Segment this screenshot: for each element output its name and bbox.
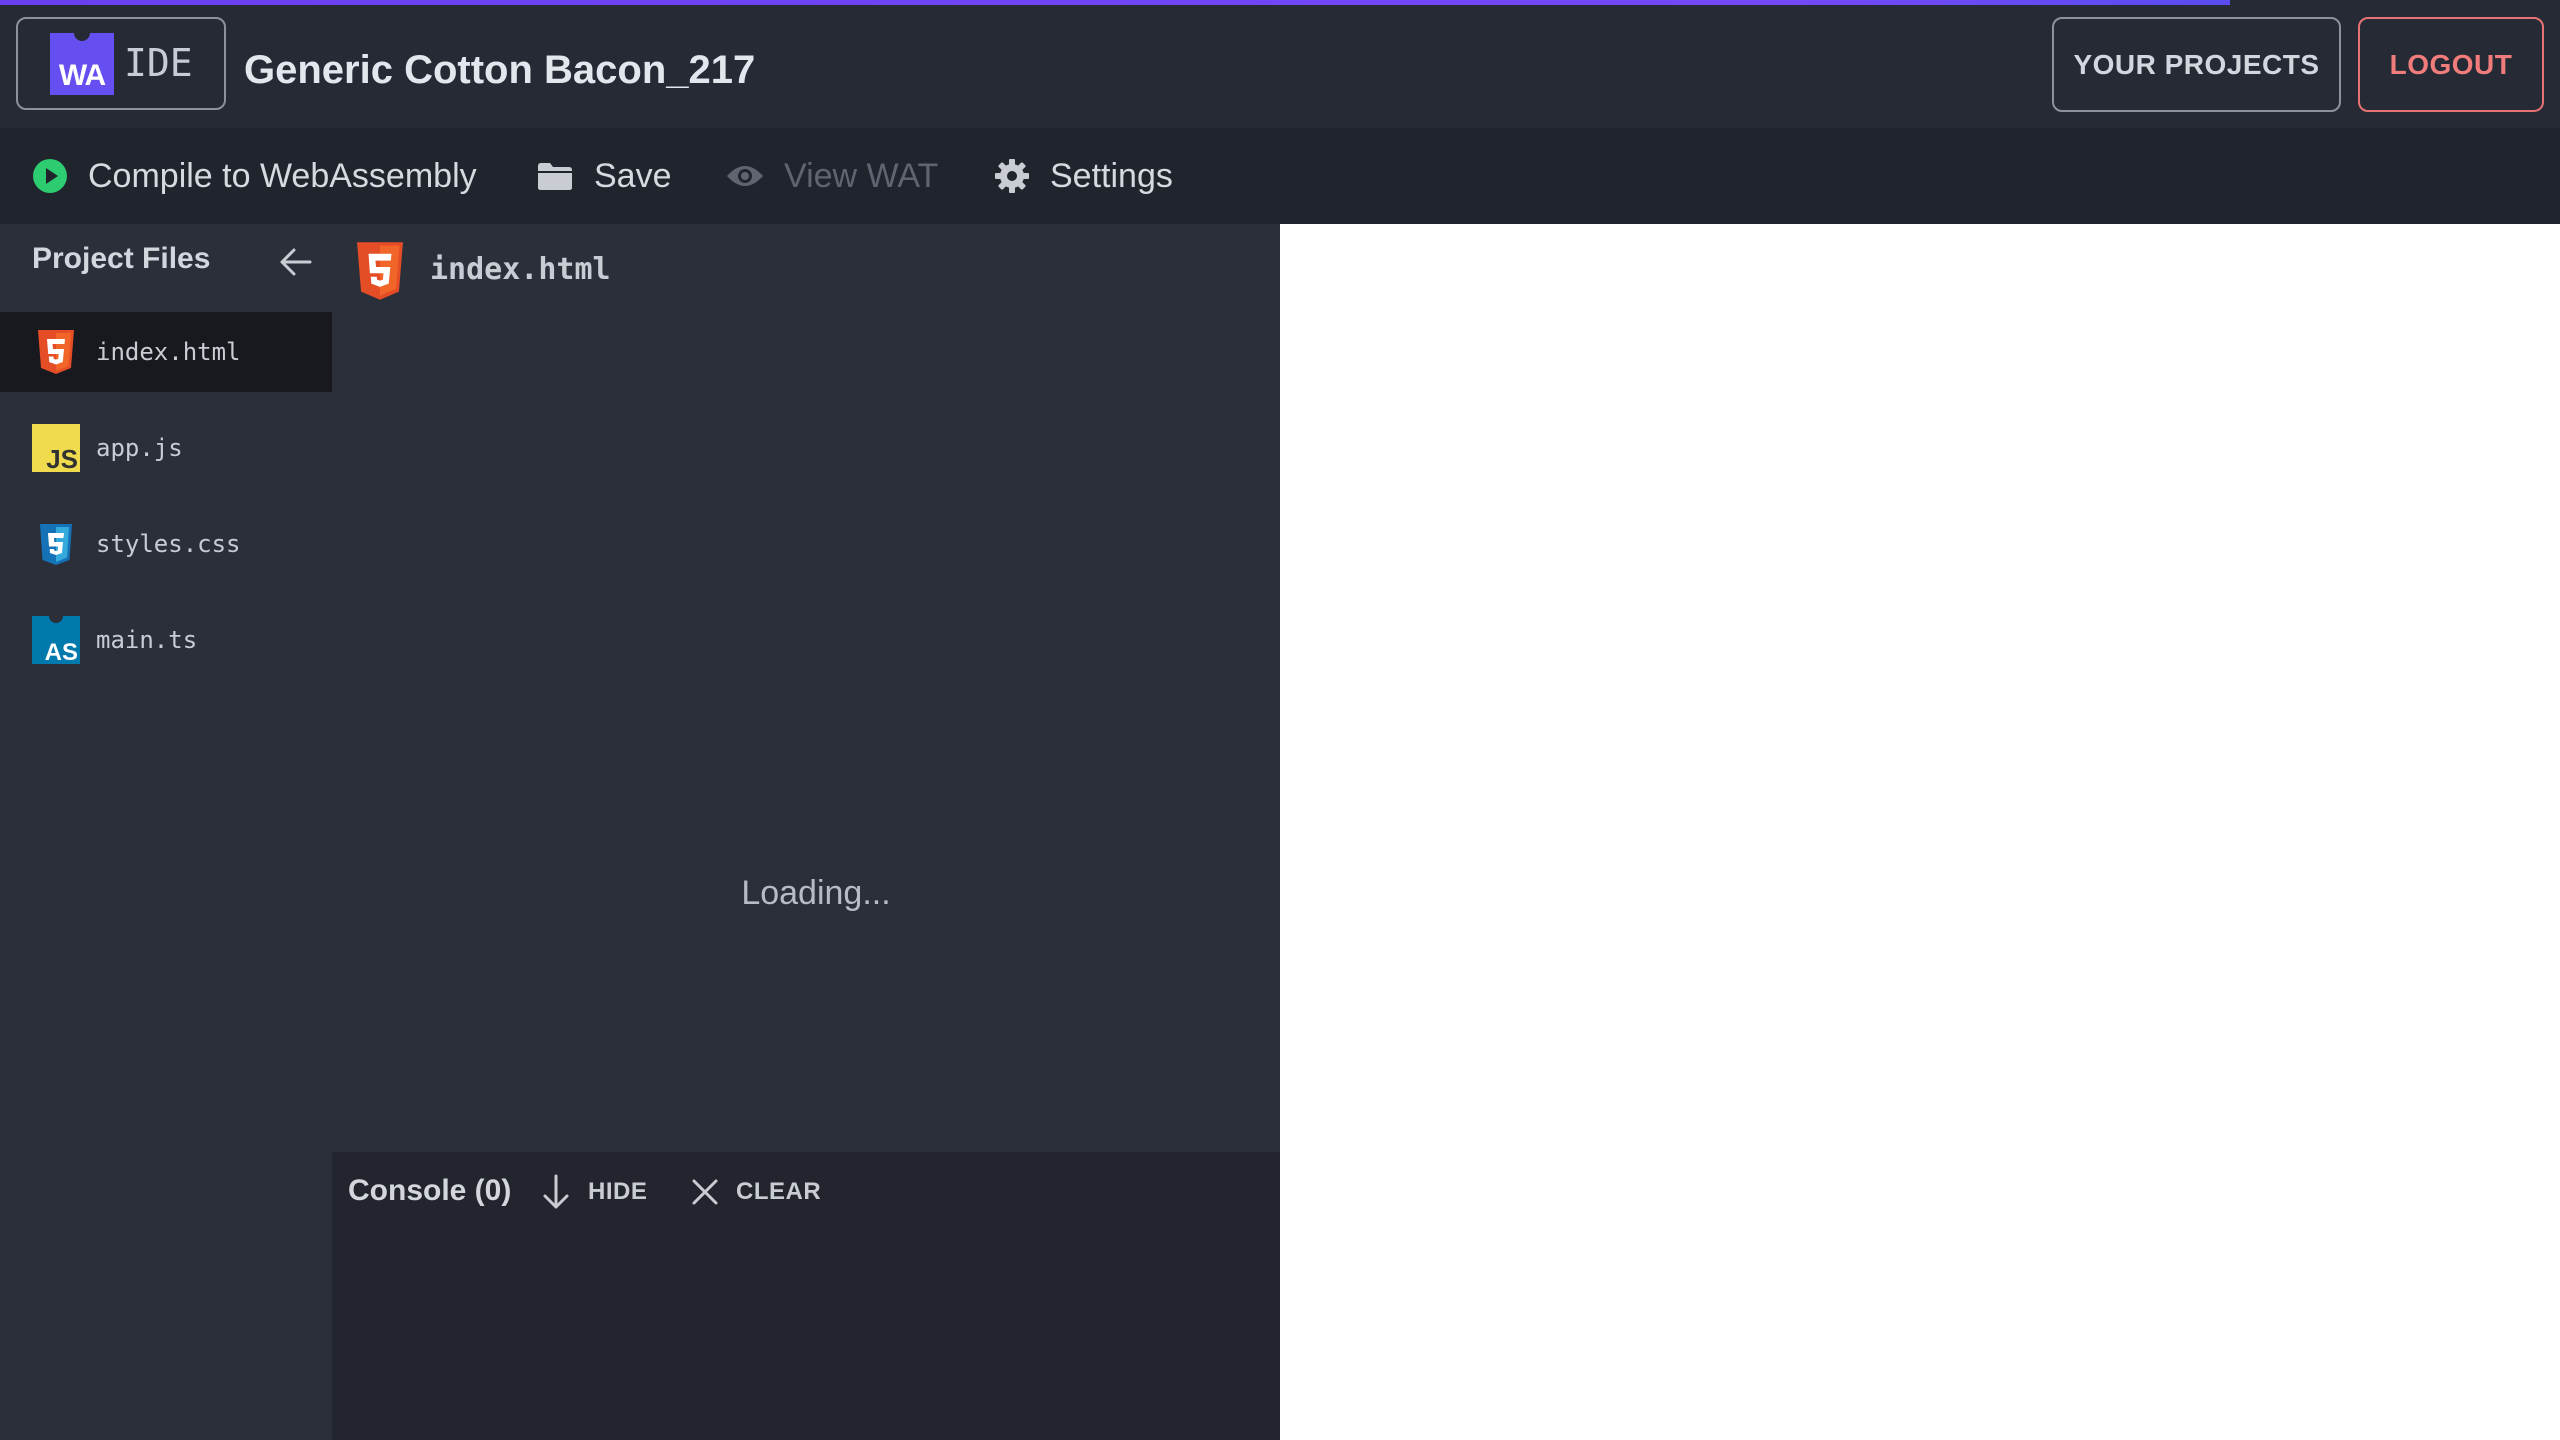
editor-file-tab[interactable]: index.html <box>430 252 611 287</box>
console-title: Console (0) <box>348 1174 512 1207</box>
arrow-left-icon <box>280 248 312 276</box>
view-wat-button[interactable]: View WAT <box>726 128 938 224</box>
hide-label: HIDE <box>588 1178 648 1205</box>
clear-label: CLEAR <box>736 1178 822 1205</box>
view-wat-label: View WAT <box>784 156 939 195</box>
app-header: WA IDE Generic Cotton Bacon_217 YOUR PRO… <box>0 0 2560 128</box>
folder-icon <box>538 163 572 190</box>
file-name: main.ts <box>96 626 198 654</box>
eye-icon <box>727 166 763 186</box>
settings-button[interactable]: Settings <box>994 128 1173 224</box>
file-item-index-html[interactable]: index.html <box>0 312 332 392</box>
file-name: styles.css <box>96 530 241 558</box>
assemblyscript-icon: AS <box>32 616 80 664</box>
compile-button[interactable]: Compile to WebAssembly <box>32 128 477 224</box>
editor-loading-text: Loading... <box>741 874 891 912</box>
clear-console-button[interactable]: CLEAR <box>690 1170 821 1214</box>
compile-label: Compile to WebAssembly <box>88 156 477 195</box>
project-title: Generic Cotton Bacon_217 <box>244 48 756 92</box>
file-name: app.js <box>96 434 183 462</box>
svg-text:JS: JS <box>46 444 78 472</box>
play-circle-icon <box>33 159 67 193</box>
settings-label: Settings <box>1050 156 1173 195</box>
project-files-sidebar: Project Files index.html JS app.js style… <box>0 224 332 1440</box>
js-icon: JS <box>32 424 80 472</box>
svg-text:AS: AS <box>45 639 78 664</box>
toolbar: Compile to WebAssembly Save View WAT Set… <box>0 128 2560 224</box>
css3-icon <box>40 524 72 565</box>
logo-mark-text: WA <box>58 59 106 92</box>
webassembly-ide-logo[interactable]: WA IDE <box>16 17 226 110</box>
top-progress-bar <box>0 0 2230 5</box>
your-projects-button[interactable]: YOUR PROJECTS <box>2052 17 2341 112</box>
sidebar-title: Project Files <box>32 242 211 275</box>
collapse-sidebar-button[interactable] <box>276 242 316 282</box>
html5-icon <box>38 330 74 374</box>
html5-icon <box>357 242 403 300</box>
save-label: Save <box>594 156 672 195</box>
arrow-down-icon <box>543 1174 569 1209</box>
hide-console-button[interactable]: HIDE <box>540 1170 647 1214</box>
file-item-main-ts[interactable]: AS main.ts <box>0 600 332 680</box>
gear-icon <box>995 159 1029 193</box>
close-icon <box>692 1179 718 1205</box>
console-panel: Console (0) HIDE CLEAR <box>332 1152 1280 1440</box>
logo-ide-text: IDE <box>124 41 193 85</box>
file-item-app-js[interactable]: JS app.js <box>0 408 332 488</box>
code-editor[interactable]: index.html Loading... <box>332 224 1280 1152</box>
preview-pane[interactable] <box>1280 224 2560 1440</box>
logout-button[interactable]: LOGOUT <box>2358 17 2544 112</box>
save-button[interactable]: Save <box>536 128 672 224</box>
file-item-styles-css[interactable]: styles.css <box>0 504 332 584</box>
file-name: index.html <box>96 338 241 366</box>
webassembly-logo-icon: WA <box>50 31 114 95</box>
